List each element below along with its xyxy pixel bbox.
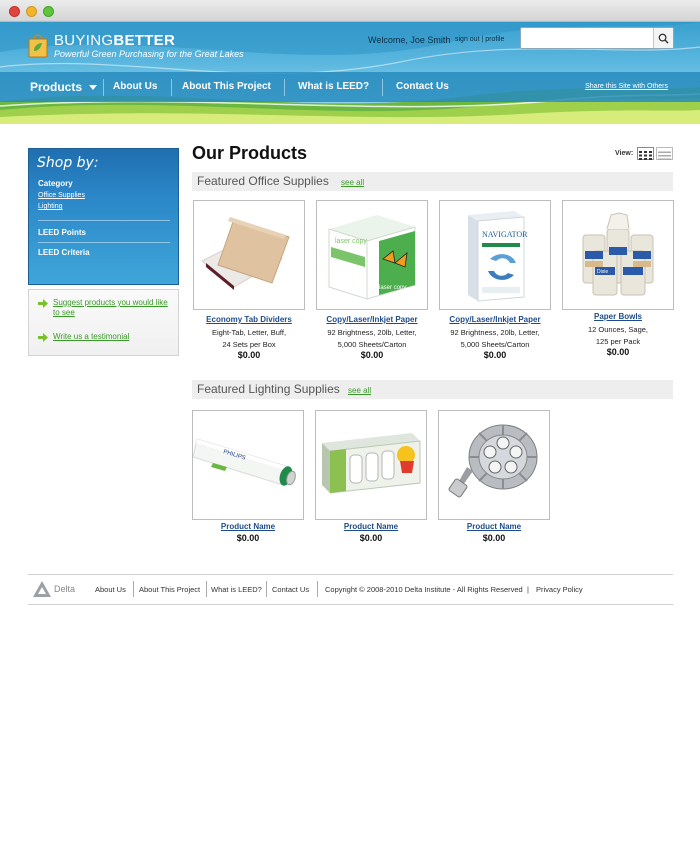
footer-link-contact-us[interactable]: Contact Us — [272, 585, 309, 594]
close-window-button[interactable] — [9, 6, 20, 17]
product-image-cfl-bulbs[interactable] — [315, 410, 427, 520]
chevron-down-icon — [89, 84, 98, 90]
shop-by-title: Shop by: — [37, 155, 99, 171]
product-price: $0.00 — [360, 350, 384, 360]
shop-by-panel: Shop by: Category Office Supplies Lighti… — [28, 148, 179, 285]
nav-what-is-leed[interactable]: What is LEED? — [298, 72, 369, 102]
testimonial-row[interactable]: Write us a testimonial — [38, 332, 129, 342]
window-titlebar — [0, 0, 700, 22]
suggest-products-link[interactable]: Suggest products you would like to see — [53, 298, 168, 318]
product-name-link[interactable]: Copy/Laser/Inkjet Paper — [310, 315, 434, 324]
section-header-lighting-supplies: Featured Lighting Supplies see all — [192, 380, 673, 399]
main-navigation: Products About Us About This Project Wha… — [0, 72, 700, 102]
section-title: Featured Office Supplies — [197, 174, 329, 188]
green-arrow-icon — [38, 299, 48, 308]
product-description: 92 Brightness, 20lb, Letter, — [450, 328, 540, 337]
see-all-office-link[interactable]: see all — [341, 178, 364, 187]
minimize-window-button[interactable] — [26, 6, 37, 17]
list-view-button[interactable] — [656, 147, 673, 160]
footer-separator: | — [527, 585, 529, 594]
divider — [38, 220, 170, 221]
green-arrow-icon — [38, 333, 48, 342]
product-image-paper-bowls[interactable]: Dixie — [562, 200, 674, 310]
nav-about-us[interactable]: About Us — [113, 72, 157, 102]
footer-top-rule — [28, 574, 673, 575]
product-name-link[interactable]: Product Name — [432, 522, 556, 531]
product-name-link[interactable]: Product Name — [186, 522, 310, 531]
suggest-panel: Suggest products you would like to see W… — [28, 289, 179, 356]
search-box — [520, 27, 674, 49]
product-image-navigator-paper[interactable]: NAVIGATOR — [439, 200, 551, 310]
welcome-message: Welcome, Joe Smith — [368, 35, 451, 45]
product-description: 12 Ounces, Sage, — [587, 325, 649, 334]
footer-link-about-project[interactable]: About This Project — [139, 585, 200, 594]
shopping-bag-icon — [28, 34, 48, 58]
grid-view-button[interactable] — [637, 147, 654, 160]
maximize-window-button[interactable] — [43, 6, 54, 17]
paper-brand-text: laser copy — [335, 238, 367, 245]
nav-contact-us[interactable]: Contact Us — [396, 72, 449, 102]
testimonial-link[interactable]: Write us a testimonial — [53, 332, 129, 342]
search-input[interactable] — [524, 30, 652, 46]
product-image-fluorescent-tube[interactable]: PHILIPS — [192, 410, 304, 520]
account-links: sign out | profile — [455, 36, 505, 43]
leed-criteria-link[interactable]: LEED Criteria — [38, 248, 90, 257]
product-name-link[interactable]: Product Name — [309, 522, 433, 531]
product-description: 92 Brightness, 20lb, Letter, — [327, 328, 417, 337]
delta-logo-icon[interactable] — [32, 580, 52, 598]
product-price: $0.00 — [359, 533, 383, 543]
product-price: $0.00 — [606, 347, 630, 357]
product-image-led-par-bulb[interactable] — [438, 410, 550, 520]
category-heading: Category — [38, 179, 73, 188]
brand-name: BUYINGBETTER — [54, 32, 176, 49]
category-link-lighting[interactable]: Lighting — [38, 203, 63, 210]
section-header-office-supplies: Featured Office Supplies see all — [192, 172, 673, 191]
nav-about-project[interactable]: About This Project — [182, 72, 271, 102]
paper-brand-text: NAVIGATOR — [482, 230, 528, 239]
leed-points-link[interactable]: LEED Points — [38, 228, 86, 237]
category-link-office-supplies[interactable]: Office Supplies — [38, 192, 85, 199]
brand-tagline: Powerful Green Purchasing for the Great … — [54, 49, 244, 59]
share-site-link[interactable]: Share this Site with Others — [585, 72, 668, 102]
search-button[interactable] — [653, 28, 673, 48]
divider — [38, 242, 170, 243]
footer-link-what-is-leed[interactable]: What is LEED? — [211, 585, 262, 594]
product-price: $0.00 — [236, 533, 260, 543]
view-label: View: — [615, 150, 634, 157]
product-description: Eight-Tab, Letter, Buff, — [211, 328, 287, 337]
copyright-text: Copyright © 2008-2010 Delta Institute - … — [325, 585, 523, 594]
grid-view-icon — [639, 151, 652, 160]
bowl-brand-text: Dixie — [597, 269, 608, 275]
footer-logo-text: Delta — [54, 584, 76, 594]
product-price: $0.00 — [482, 533, 506, 543]
nav-products[interactable]: Products — [30, 72, 98, 102]
list-view-icon — [658, 151, 671, 160]
profile-link[interactable]: profile — [485, 36, 504, 43]
see-all-lighting-link[interactable]: see all — [348, 386, 371, 395]
paper-brand-text: laser copy — [379, 285, 406, 291]
product-image-tab-dividers[interactable] — [193, 200, 305, 310]
product-name-link[interactable]: Copy/Laser/Inkjet Paper — [433, 315, 557, 324]
page-title: Our Products — [192, 143, 308, 163]
product-price: $0.00 — [483, 350, 507, 360]
privacy-policy-link[interactable]: Privacy Policy — [536, 585, 583, 594]
product-name-link[interactable]: Paper Bowls — [556, 312, 680, 321]
section-title: Featured Lighting Supplies — [197, 382, 340, 396]
suggest-products-row[interactable]: Suggest products you would like to see — [38, 298, 168, 318]
product-price: $0.00 — [237, 350, 261, 360]
footer-link-about-us[interactable]: About Us — [95, 585, 126, 594]
footer-bottom-rule — [28, 604, 673, 605]
site-header: BUYINGBETTER Powerful Green Purchasing f… — [0, 22, 700, 124]
sign-out-link[interactable]: sign out — [455, 36, 480, 43]
product-image-laser-copy-paper[interactable]: laser copy laser copy — [316, 200, 428, 310]
product-name-link[interactable]: Economy Tab Dividers — [187, 315, 311, 324]
search-icon — [658, 33, 669, 44]
